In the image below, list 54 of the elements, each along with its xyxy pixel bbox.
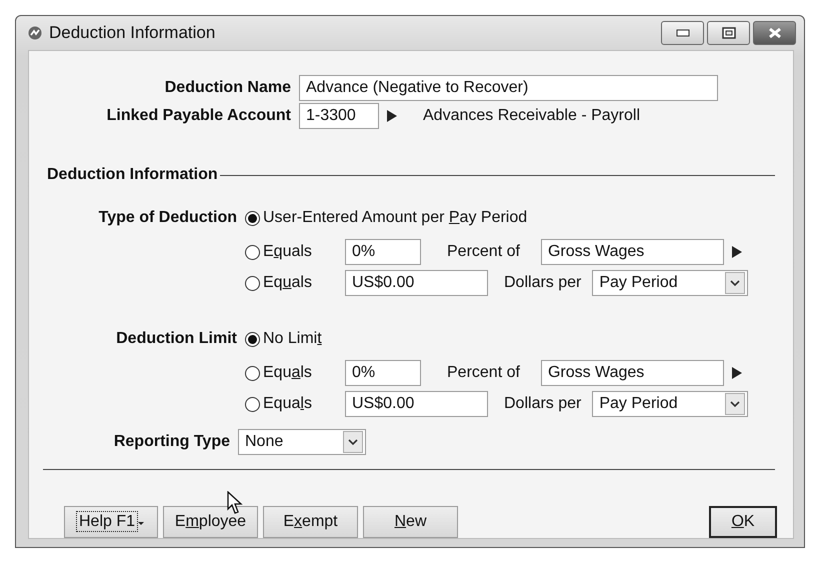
action-button[interactable]: Exempt — [263, 506, 358, 538]
chevron-down-icon[interactable] — [348, 438, 358, 446]
minimize-button[interactable] — [661, 21, 704, 45]
field-label: Deduction Name — [164, 79, 292, 97]
minimize-icon — [676, 29, 690, 37]
radio-label: User-Entered Amount per Pay Period — [263, 209, 528, 227]
unit-label: Dollars per — [504, 274, 582, 292]
arrow-icon[interactable] — [386, 109, 398, 123]
chevron-down-icon[interactable] — [730, 400, 740, 408]
field-label: Reporting Type — [112, 433, 231, 451]
amount-field[interactable]: US$0.00 — [345, 391, 488, 417]
basis-field[interactable]: Gross Wages — [540, 239, 724, 265]
dropdown-field[interactable]: Pay Period — [592, 270, 748, 296]
text-field[interactable]: Advance (Negative to Recover) — [299, 75, 718, 101]
close-button[interactable] — [753, 21, 796, 45]
amount-field[interactable]: 0% — [345, 360, 421, 386]
radio-button[interactable] — [245, 332, 260, 346]
amount-field[interactable]: 0% — [345, 239, 421, 265]
dropdown-field[interactable]: None — [238, 429, 366, 455]
account-field[interactable]: 1-3300 — [299, 103, 379, 129]
radio-label: Equals — [263, 274, 312, 292]
basis-field[interactable]: Gross Wages — [540, 360, 724, 386]
radio-label: Equals — [263, 364, 312, 382]
chevron-down-icon[interactable] — [730, 280, 740, 286]
account-name: Advances Receivable - Payroll — [423, 107, 640, 125]
amount-field[interactable]: US$0.00 — [345, 270, 488, 296]
close-icon — [766, 27, 782, 39]
radio-label: Equals — [263, 243, 312, 261]
maximize-button[interactable] — [707, 21, 750, 45]
maximize-icon — [722, 27, 736, 39]
mouse-pointer-icon — [227, 491, 243, 515]
unit-label: Percent of — [447, 243, 520, 261]
radio-label: Equals — [263, 395, 312, 413]
group-label: Type of Deduction — [98, 209, 238, 227]
help-button[interactable]: Help F1 — [64, 506, 158, 538]
unit-label: Dollars per — [504, 395, 582, 413]
arrow-icon[interactable] — [730, 245, 743, 259]
section-title: Deduction Information — [47, 166, 218, 184]
field-label: Linked Payable Account — [106, 107, 292, 125]
arrow-icon[interactable] — [730, 366, 743, 380]
ok-button[interactable]: OK — [709, 506, 777, 538]
radio-button[interactable] — [245, 396, 260, 412]
radio-label: No Limit — [263, 330, 322, 348]
radio-button[interactable] — [245, 276, 260, 290]
app-icon — [28, 26, 42, 40]
group-label: Deduction Limit — [115, 330, 238, 348]
unit-label: Percent of — [447, 364, 520, 382]
action-button[interactable]: Employee — [163, 506, 258, 538]
action-button[interactable]: New — [363, 506, 458, 538]
radio-button[interactable] — [245, 366, 260, 380]
window-title: Deduction Information — [49, 23, 216, 43]
dropdown-field[interactable]: Pay Period — [592, 391, 748, 417]
radio-button[interactable] — [245, 210, 260, 226]
radio-button[interactable] — [245, 244, 260, 260]
